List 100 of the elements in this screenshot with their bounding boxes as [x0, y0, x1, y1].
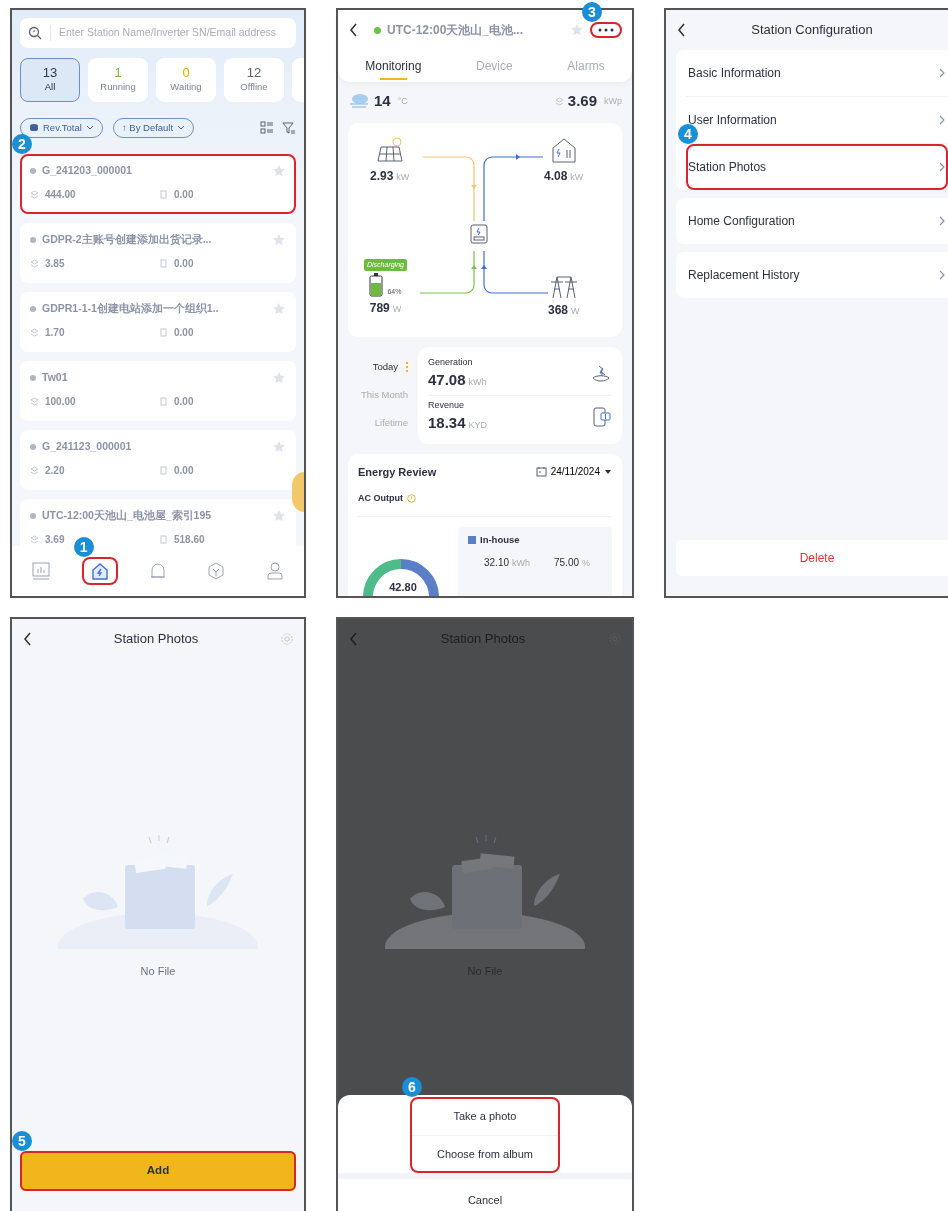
- caret-icon: [85, 125, 94, 131]
- date-picker[interactable]: 24/11/2024: [535, 464, 612, 480]
- device-icon: [206, 561, 227, 581]
- search-input[interactable]: Enter Station Name/Inverter SN/Email address: [59, 25, 288, 41]
- status-filter-card[interactable]: 1 Running: [88, 58, 148, 102]
- nav-tab[interactable]: [81, 557, 118, 585]
- tab[interactable]: Monitoring: [359, 50, 428, 82]
- back-button[interactable]: [22, 631, 32, 647]
- chevron-right-icon: [938, 68, 946, 78]
- station-name: Tw01: [42, 370, 69, 385]
- step-number-badge: 3: [582, 2, 602, 22]
- back-button[interactable]: [676, 22, 686, 38]
- chevron-right-icon: [938, 115, 946, 125]
- flow-line: [483, 153, 544, 222]
- capacity-icon: [30, 327, 39, 337]
- step-number-badge: 4: [678, 124, 698, 144]
- inverter-icon: [469, 222, 489, 247]
- action-option[interactable]: Take a photo: [410, 1097, 560, 1135]
- station-card[interactable]: GDPR1-1-1创建电站添加一个组织1.. 1.70 0.00: [20, 292, 296, 352]
- status-dot: [30, 305, 36, 312]
- back-button[interactable]: [348, 22, 358, 38]
- unit-label: kWh: [468, 376, 487, 389]
- solar-panel-icon: [374, 134, 405, 165]
- status-dot: [30, 374, 36, 381]
- revenue-value: 0.00: [174, 463, 195, 478]
- flow-line: [481, 249, 549, 294]
- calendar-icon: [535, 466, 547, 478]
- stats-icon: [31, 561, 52, 581]
- status-filter-card[interactable]: 12 Offline: [224, 58, 284, 102]
- station-icon: [89, 561, 110, 581]
- station-name: G_241123_000001: [42, 439, 133, 454]
- status-dot: [30, 512, 36, 519]
- star-icon[interactable]: [272, 370, 286, 385]
- star-icon[interactable]: [272, 301, 286, 316]
- add-button[interactable]: Add: [20, 1151, 296, 1191]
- capacity-value: 444.00: [45, 187, 77, 202]
- status-count: 13: [42, 65, 58, 81]
- star-icon[interactable]: [272, 163, 286, 178]
- star-icon[interactable]: [272, 508, 286, 523]
- capacity-value: 2.20: [45, 463, 66, 478]
- filter-icon[interactable]: [282, 121, 296, 135]
- sort-chip[interactable]: ↑ By Default: [112, 118, 195, 138]
- more-icon: [598, 28, 614, 32]
- unit-label: kWh: [512, 556, 531, 570]
- unit-label: °C: [397, 94, 408, 108]
- legend-share: 75.00: [554, 555, 580, 570]
- revenue-value: 0.00: [174, 256, 195, 271]
- flow-line: [419, 249, 477, 294]
- status-filter-card[interactable]: 13 All: [20, 58, 80, 102]
- station-name: GDPR-2主账号创建添加出货记录...: [42, 232, 213, 247]
- stat-value: 18.34: [428, 413, 466, 433]
- capacity-icon: [30, 465, 39, 475]
- capacity-value: 1.70: [45, 325, 66, 340]
- grid-power-value: 368: [548, 301, 569, 319]
- status-dot: [30, 236, 36, 243]
- status-count: 0: [182, 65, 190, 81]
- station-title: UTC-12:00天池山_电池...: [387, 22, 525, 39]
- station-card[interactable]: Tw01 100.00 0.00: [20, 361, 296, 421]
- sort-chip[interactable]: Rev.Total: [20, 118, 103, 138]
- station-card[interactable]: G_241123_000001 2.20 0.00: [20, 430, 296, 490]
- star-icon[interactable]: [570, 23, 584, 37]
- search-icon: [28, 26, 42, 40]
- search-field[interactable]: Enter Station Name/Inverter SN/Email address: [20, 18, 296, 48]
- step-number-badge: 5: [12, 1131, 32, 1151]
- capacity-icon: [30, 258, 39, 268]
- delete-button[interactable]: Delete: [676, 540, 948, 576]
- status-count: 1: [114, 65, 122, 81]
- empty-state-text: No File: [140, 964, 176, 979]
- status-dot: [30, 167, 36, 174]
- station-card[interactable]: GDPR-2主账号创建添加出货记录... 3.85 0.00: [20, 223, 296, 283]
- status-label: All: [44, 80, 56, 95]
- period-tab[interactable]: Today: [372, 359, 408, 374]
- temperature-value: 14: [374, 91, 391, 111]
- chevron-right-icon: [938, 270, 946, 280]
- caret-icon: [177, 125, 186, 131]
- star-icon[interactable]: [272, 232, 286, 247]
- screen-title: Station Configuration: [750, 21, 874, 40]
- caret-icon: [604, 468, 612, 475]
- screen-title: Station Photos: [112, 630, 200, 649]
- more-button[interactable]: [590, 22, 622, 38]
- cloud-icon: [348, 92, 370, 111]
- flow-line: [422, 155, 477, 222]
- chevron-right-icon: [938, 162, 946, 172]
- stat-label: Revenue: [428, 398, 466, 412]
- unit-label: W: [392, 303, 402, 316]
- stat-label: Generation: [428, 355, 474, 369]
- settings-row[interactable]: Station Photos: [686, 144, 948, 190]
- battery-power-value: 789: [369, 300, 390, 317]
- capacity-icon: [30, 189, 39, 199]
- status-filter-card[interactable]: 0 Waiting: [156, 58, 216, 102]
- station-card[interactable]: G_241203_000001 444.00 0.00: [20, 154, 296, 214]
- list-view-icon[interactable]: [260, 121, 274, 135]
- capacity-icon: [30, 396, 39, 406]
- capacity-icon: [30, 534, 39, 544]
- info-icon: [407, 494, 416, 504]
- station-name: GDPR1-1-1创建电站添加一个组织1..: [42, 301, 220, 316]
- star-icon[interactable]: [272, 439, 286, 454]
- section-title: Energy Review: [358, 464, 437, 480]
- capacity-value: 100.00: [45, 394, 77, 409]
- home-power-value: 4.08: [544, 167, 568, 185]
